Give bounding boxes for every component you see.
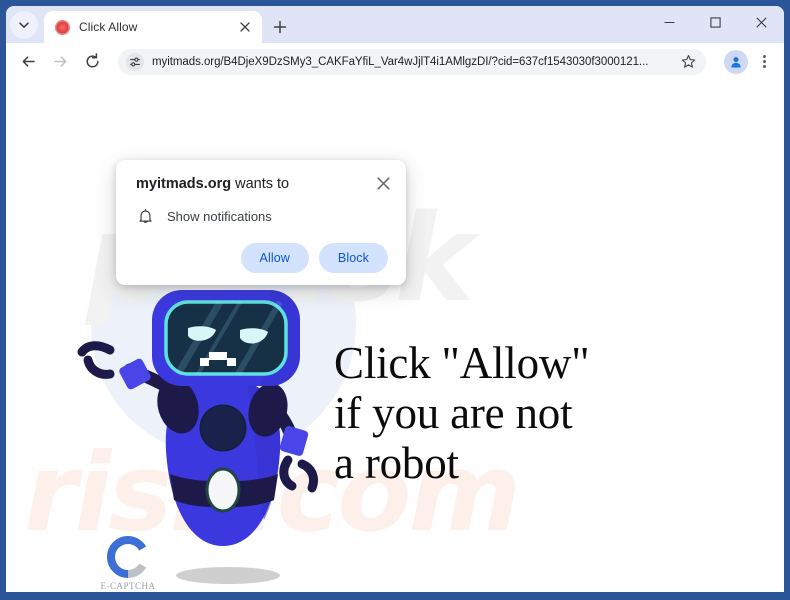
- menu-dot: [762, 65, 766, 68]
- tab-title: Click Allow: [79, 20, 138, 34]
- notification-permission-dialog: myitmads.org wants to Show notifications: [116, 160, 406, 285]
- tab-search-button[interactable]: [10, 11, 38, 39]
- robot-belt-buckle: [205, 467, 241, 513]
- window-maximize-button[interactable]: [692, 6, 738, 38]
- close-icon: [755, 16, 767, 28]
- dialog-header: myitmads.org wants to: [116, 174, 406, 194]
- star-icon: [681, 54, 695, 68]
- chrome-menu-button[interactable]: [752, 50, 776, 74]
- reload-icon: [85, 53, 99, 68]
- dialog-title: myitmads.org wants to: [136, 174, 372, 194]
- browser-window: Click Allow myitmads.org/B4DjeX9DzSMy3_C…: [0, 0, 790, 600]
- page-viewport: pcrisk risk.com Click "Allow" if you are…: [6, 80, 784, 592]
- forward-button[interactable]: [46, 48, 74, 76]
- dialog-close-button[interactable]: [372, 172, 394, 194]
- reload-button[interactable]: [78, 48, 106, 76]
- dialog-permission-label: Show notifications: [167, 209, 272, 224]
- bell-icon: [139, 208, 152, 223]
- maximize-icon: [709, 16, 721, 28]
- close-icon: [376, 176, 390, 190]
- robot-left-hand-lower: [83, 355, 115, 379]
- allow-button[interactable]: Allow: [240, 243, 309, 273]
- address-bar[interactable]: myitmads.org/B4DjeX9DzSMy3_CAKFaYfiL_Var…: [118, 48, 706, 75]
- close-icon: [240, 22, 250, 32]
- bookmark-star-icon[interactable]: [676, 50, 700, 74]
- tab-strip: Click Allow: [6, 6, 784, 43]
- page-headline: Click "Allow" if you are not a robot: [334, 338, 590, 488]
- robot-chest-crescent: [201, 406, 245, 450]
- tune-sliders-icon: [130, 56, 140, 66]
- captcha-logo-label: E-CAPTCHA: [100, 581, 156, 591]
- window-close-button[interactable]: [738, 6, 784, 38]
- captcha-logo-icon: [107, 535, 147, 579]
- robot-right-hand-lower: [297, 459, 319, 493]
- dialog-title-suffix: wants to: [231, 176, 290, 192]
- tab-favicon-icon: [55, 19, 70, 35]
- address-bar-url: myitmads.org/B4DjeX9DzSMy3_CAKFaYfiL_Var…: [152, 55, 649, 68]
- chevron-down-icon: [19, 22, 29, 28]
- window-minimize-button[interactable]: [646, 6, 692, 38]
- person-icon: [731, 56, 741, 68]
- arrow-right-icon: [53, 56, 66, 67]
- plus-icon: [273, 20, 287, 34]
- dialog-actions: Allow Block: [116, 225, 406, 275]
- profile-avatar[interactable]: [724, 49, 748, 74]
- tab-close-icon[interactable]: [236, 18, 254, 36]
- menu-dot: [762, 60, 766, 63]
- dialog-origin: myitmads.org: [136, 176, 232, 192]
- dialog-permission-row: Show notifications: [116, 194, 406, 225]
- robot-right-hand-upper: [279, 455, 297, 491]
- site-settings-icon[interactable]: [126, 52, 144, 71]
- tab-item-active[interactable]: Click Allow: [44, 11, 262, 43]
- arrow-left-icon: [22, 56, 35, 67]
- browser-toolbar: myitmads.org/B4DjeX9DzSMy3_CAKFaYfiL_Var…: [6, 43, 784, 80]
- new-tab-button[interactable]: [268, 15, 292, 39]
- back-button[interactable]: [14, 48, 42, 76]
- browser-window-inner: Click Allow myitmads.org/B4DjeX9DzSMy3_C…: [6, 6, 784, 592]
- minimize-icon: [664, 21, 674, 23]
- captcha-logo: E-CAPTCHA: [80, 535, 176, 591]
- robot-illustration: [77, 290, 319, 546]
- robot-left-hand-upper: [77, 341, 115, 357]
- robot-left-cuff: [119, 358, 151, 390]
- menu-dot: [762, 55, 766, 58]
- block-button[interactable]: Block: [318, 243, 388, 273]
